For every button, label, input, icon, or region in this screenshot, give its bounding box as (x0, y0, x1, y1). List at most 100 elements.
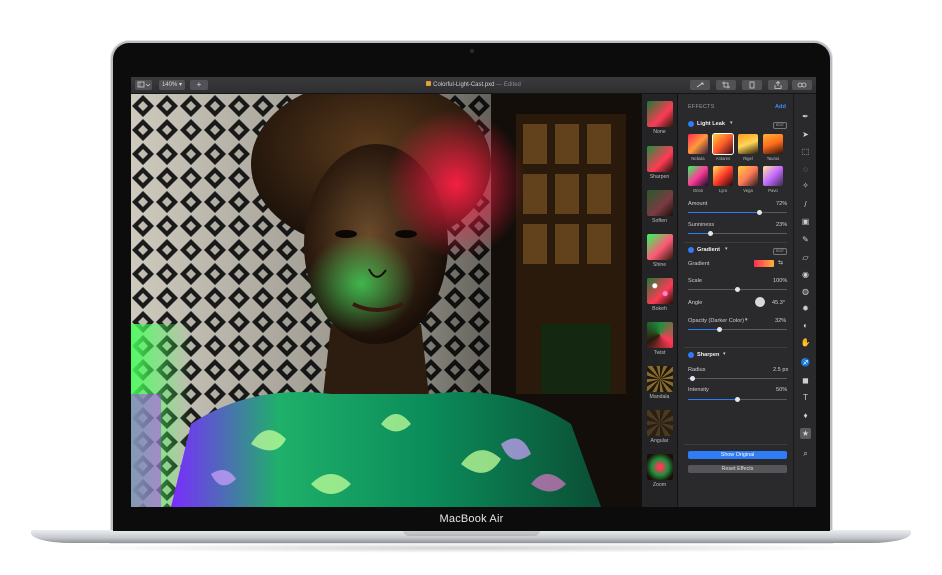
preset-label: Lyra (719, 188, 727, 193)
preset-label: Pavo (768, 188, 778, 193)
effect-thumb-bokeh[interactable] (647, 278, 673, 304)
effect-thumb-angular[interactable] (647, 410, 673, 436)
fill-icon[interactable]: ▣ (800, 216, 811, 227)
effects-panel: EFFECTS Add Light Leak ▾ EDIT Nebula Ant… (677, 94, 793, 507)
eraser-icon[interactable]: ▱ (800, 252, 811, 263)
light-leak-title[interactable]: Light Leak (697, 121, 725, 127)
adjust-icon (797, 82, 807, 88)
swap-icon[interactable]: ⇆ (778, 259, 783, 266)
gradient-edit-button[interactable]: EDIT (773, 248, 787, 255)
preset-orion[interactable] (688, 166, 708, 186)
brush-icon[interactable]: / (800, 199, 811, 210)
preset-pavo[interactable] (763, 166, 783, 186)
light-icon[interactable]: ✹ (800, 303, 811, 314)
preset-vega[interactable] (738, 166, 758, 186)
preset-rigel[interactable] (738, 134, 758, 154)
shape-icon[interactable]: ◼ (800, 375, 811, 386)
angle-dial[interactable] (755, 297, 765, 307)
preset-nebula[interactable] (688, 134, 708, 154)
amount-value[interactable]: 72% (776, 201, 787, 207)
clone-icon[interactable]: ◉ (800, 269, 811, 280)
export-button[interactable] (742, 80, 762, 90)
blur-icon[interactable]: ◍ (800, 286, 811, 297)
share-icon (696, 82, 704, 88)
scale-value[interactable]: 100% (773, 278, 787, 284)
drop-icon[interactable]: ♦ (800, 410, 811, 421)
effect-thumb-soften[interactable] (647, 190, 673, 216)
show-original-button[interactable]: Show Original (688, 451, 787, 459)
section-divider (684, 242, 787, 243)
gradient-title[interactable]: Gradient (697, 247, 720, 253)
sharpen-title[interactable]: Sharpen (697, 352, 719, 358)
preset-lyra[interactable] (713, 166, 733, 186)
magic-wand-icon[interactable]: ✧ (800, 180, 811, 191)
preset-label: Taurus (766, 156, 780, 161)
radius-slider-track[interactable] (688, 378, 787, 380)
intensity-slider-knob[interactable] (735, 397, 740, 402)
lasso-icon[interactable]: ◌ (800, 164, 811, 175)
preset-label: Vega (743, 188, 753, 193)
sunniness-label: Sunniness (688, 222, 715, 228)
opacity-slider-knob[interactable] (717, 327, 723, 332)
effect-thumb-shine[interactable] (647, 234, 673, 260)
preset-label: Orion (692, 188, 704, 193)
opacity-value[interactable]: 32% (775, 318, 786, 324)
chevron-down-icon: ▾ (745, 317, 748, 323)
type-icon[interactable]: T (800, 392, 811, 403)
color-icon[interactable]: ◐ (800, 320, 811, 331)
light-leak-edit-button[interactable]: EDIT (773, 122, 787, 129)
document-title: Colorful-Light-Cast.pxd (433, 82, 495, 88)
chevron-down-icon: ▾ (725, 246, 728, 252)
light-leak-toggle[interactable] (688, 121, 694, 127)
gradient-swatch[interactable] (754, 260, 774, 267)
camera (470, 49, 474, 53)
hand-icon[interactable]: ✋ (800, 337, 811, 348)
image-canvas[interactable] (131, 94, 641, 507)
portrait-photo (131, 94, 641, 507)
intensity-value[interactable]: 50% (776, 387, 787, 393)
effect-label: Mandala (649, 394, 670, 400)
path-icon[interactable]: ♐ (800, 357, 811, 368)
preset-label: Antares (715, 156, 731, 161)
chevron-down-icon: ▾ (723, 351, 726, 357)
zoom-icon[interactable]: ⌕ (800, 448, 811, 459)
scale-label: Scale (688, 278, 702, 284)
adjust-button[interactable] (792, 80, 812, 90)
amount-slider-fill (688, 212, 760, 214)
radius-value[interactable]: 2.5 px (773, 367, 788, 373)
gradient-toggle[interactable] (688, 247, 694, 253)
preset-antares[interactable] (712, 133, 734, 155)
sunniness-value[interactable]: 23% (776, 222, 787, 228)
scale-slider-knob[interactable] (735, 287, 740, 292)
amount-slider-knob[interactable] (756, 210, 762, 215)
effect-thumb-sharpen[interactable] (647, 146, 673, 172)
effect-thumb-mandala[interactable] (647, 366, 673, 392)
effect-label: Shine (652, 262, 667, 268)
pointer-icon[interactable]: ➤ (800, 129, 811, 140)
share-button[interactable] (690, 80, 710, 90)
upload-button[interactable] (768, 80, 788, 90)
reset-effects-button[interactable]: Reset Effects (688, 465, 787, 473)
opacity-slider-fill (688, 329, 720, 331)
preset-label: Nebula (691, 156, 705, 161)
brand-label: MacBook Air (439, 513, 504, 525)
effect-thumb-none[interactable] (647, 101, 673, 127)
selection-icon[interactable]: ⬚ (800, 146, 811, 157)
effect-thumb-twist[interactable] (647, 322, 673, 348)
effect-label: Soften (652, 218, 667, 224)
preset-taurus[interactable] (763, 134, 783, 154)
pen-icon[interactable]: ✒ (800, 111, 811, 122)
sharpen-toggle[interactable] (688, 352, 694, 358)
crop-button[interactable] (716, 80, 736, 90)
radius-slider-knob[interactable] (690, 376, 696, 381)
section-divider (684, 347, 787, 348)
effects-icon[interactable]: ★ (800, 428, 811, 439)
effect-label: Angular (650, 438, 669, 444)
add-effect-button[interactable]: Add (775, 104, 786, 110)
effect-thumb-zoom[interactable] (647, 454, 673, 480)
amount-label: Amount (688, 201, 708, 207)
angle-value[interactable]: 45.3° (772, 300, 785, 306)
pencil-icon[interactable]: ✎ (800, 234, 811, 245)
effects-header: EFFECTS (688, 104, 715, 110)
sunniness-slider-knob[interactable] (708, 231, 714, 236)
